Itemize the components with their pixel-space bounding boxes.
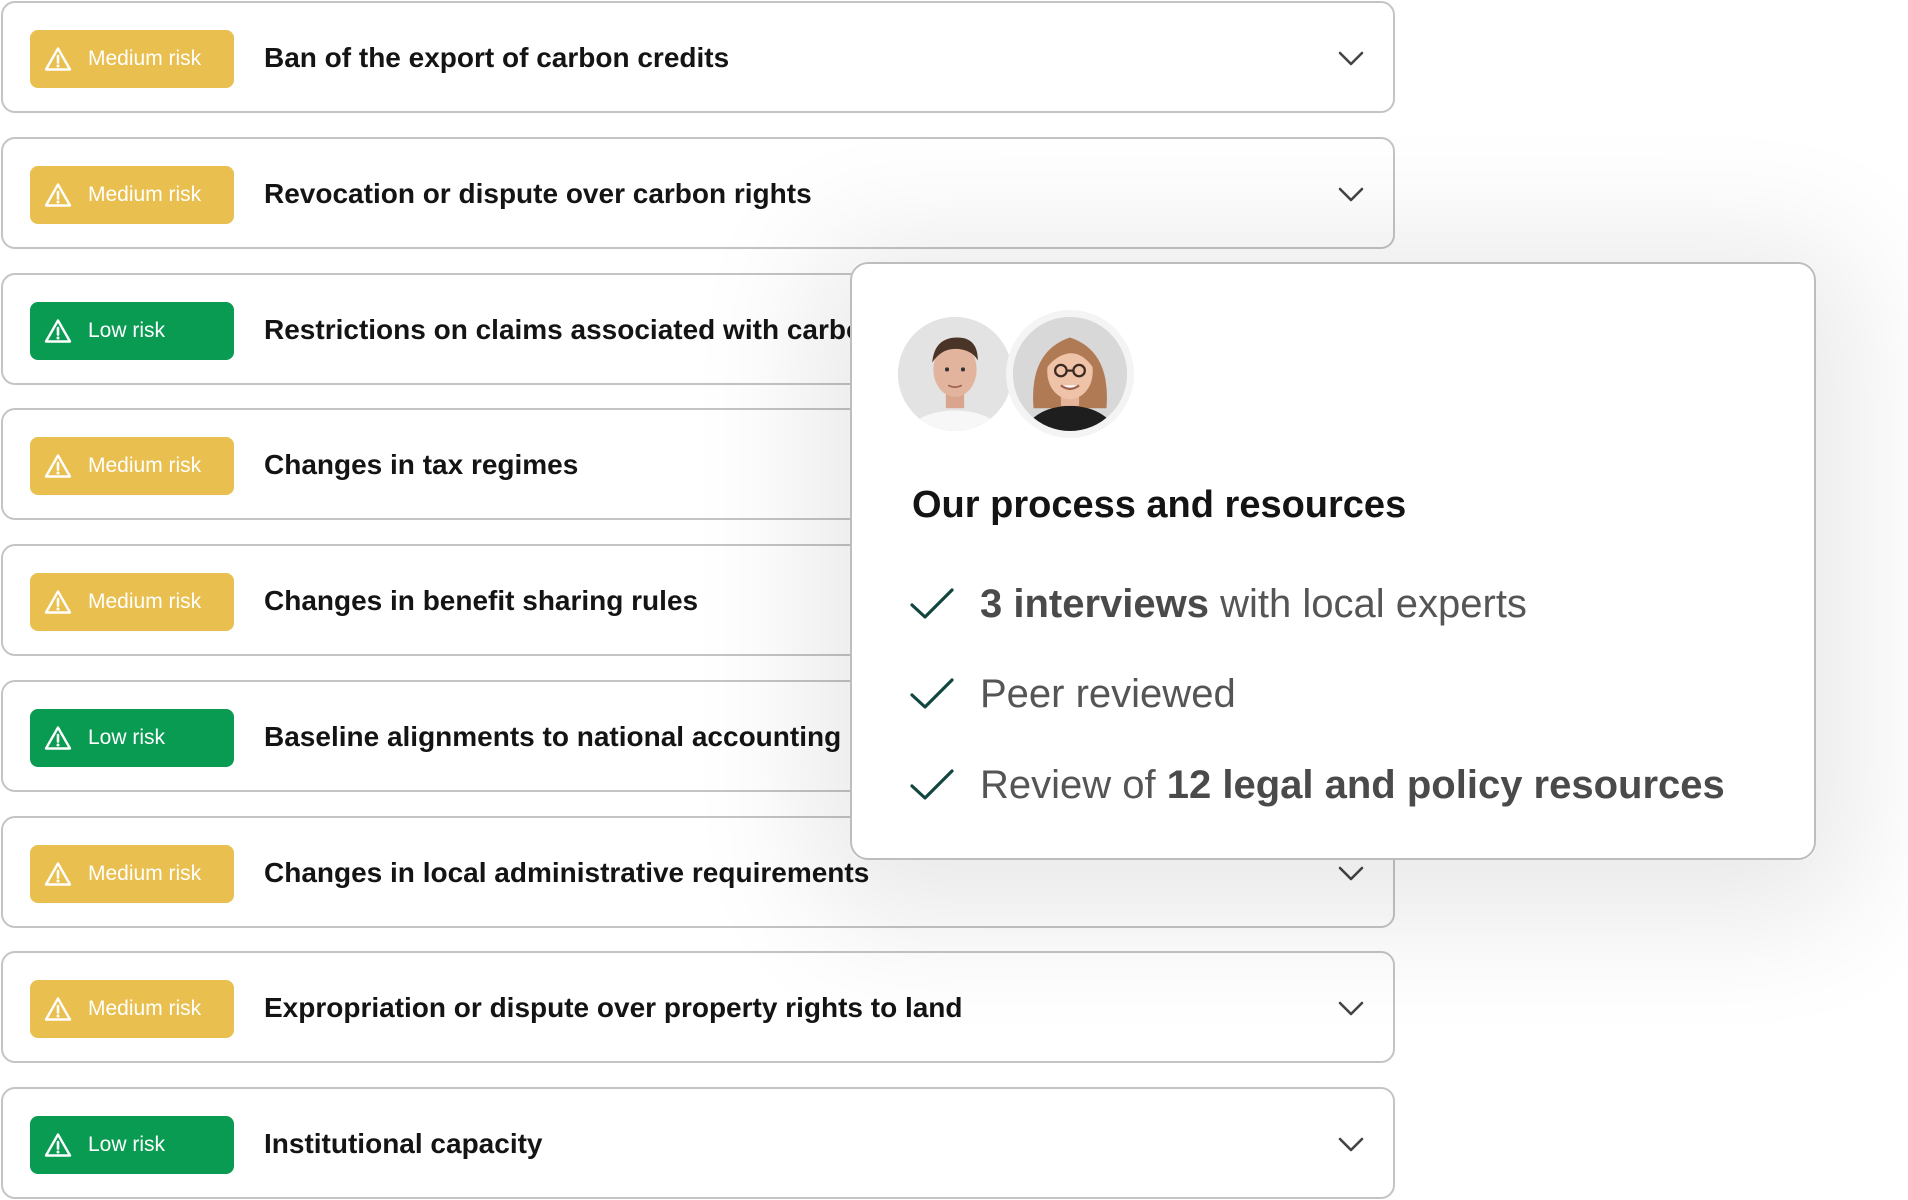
warning-icon	[44, 862, 72, 886]
risk-badge-label: Medium risk	[88, 590, 202, 613]
chevron-down-icon[interactable]	[1338, 187, 1364, 203]
risk-card-title: Changes in tax regimes	[264, 449, 579, 480]
risk-card-title: Ban of the export of carbon credits	[264, 42, 730, 73]
process-resources-popup: Our process and resources 3 interviews w…	[850, 262, 1816, 860]
risk-badge: Medium risk	[30, 845, 234, 903]
avatar-group	[898, 310, 1158, 438]
risk-card-title: Baseline alignments to national accounti…	[264, 721, 842, 752]
risk-card-title: Changes in local administrative requirem…	[264, 857, 870, 888]
avatar-expert-2	[1006, 310, 1134, 438]
risk-card[interactable]: Medium risk Ban of the export of carbon c…	[1, 1, 1395, 113]
risk-card[interactable]: Low risk Institutional capacity	[1, 1087, 1395, 1199]
checkmark-icon	[910, 769, 954, 800]
checkmark-icon	[910, 678, 954, 709]
risk-badge-label: Medium risk	[88, 862, 202, 885]
avatar-expert-1	[898, 317, 1012, 431]
risk-card-title: Changes in benefit sharing rules	[264, 585, 699, 616]
warning-icon	[44, 183, 72, 207]
risk-badge: Low risk	[30, 709, 234, 767]
risk-badge: Low risk	[30, 1116, 234, 1174]
risk-card-title: Expropriation or dispute over property r…	[264, 992, 963, 1023]
risk-card[interactable]: Medium risk Revocation or dispute over ca…	[1, 137, 1395, 249]
chevron-down-icon[interactable]	[1338, 1137, 1364, 1153]
warning-icon	[44, 47, 72, 71]
risk-badge: Medium risk	[30, 437, 234, 495]
risk-badge-label: Low risk	[88, 319, 166, 342]
warning-icon	[44, 319, 72, 343]
risk-card-title: Revocation or dispute over carbon rights	[264, 178, 812, 209]
risk-badge: Medium risk	[30, 166, 234, 224]
chevron-down-icon[interactable]	[1338, 866, 1364, 882]
chevron-down-icon[interactable]	[1338, 51, 1364, 67]
chevron-down-icon[interactable]	[1338, 1001, 1364, 1017]
risk-badge: Low risk	[30, 302, 234, 360]
risk-card-title: Institutional capacity	[264, 1128, 543, 1159]
warning-icon	[44, 454, 72, 478]
risk-badge-label: Medium risk	[88, 454, 202, 477]
check-item-text: 3 interviews with local experts	[980, 581, 1527, 626]
warning-icon	[44, 726, 72, 750]
check-item-text: Peer reviewed	[980, 671, 1236, 716]
check-item-interviews: 3 interviews with local experts	[908, 579, 1527, 629]
risk-badge-label: Medium risk	[88, 997, 202, 1020]
risk-card[interactable]: Medium risk Expropriation or dispute over…	[1, 951, 1395, 1063]
risk-badge-label: Medium risk	[88, 47, 202, 70]
checkmark-icon	[910, 588, 954, 619]
risk-badge: Medium risk	[30, 30, 234, 88]
warning-icon	[44, 590, 72, 614]
check-item-legal-resources: Review of 12 legal and policy resources	[908, 760, 1725, 810]
warning-icon	[44, 1133, 72, 1157]
risk-badge-label: Low risk	[88, 1133, 166, 1156]
warning-icon	[44, 997, 72, 1021]
risk-badge: Medium risk	[30, 573, 234, 631]
check-item-peer-reviewed: Peer reviewed	[908, 669, 1236, 719]
risk-badge-label: Medium risk	[88, 183, 202, 206]
risk-badge: Medium risk	[30, 980, 234, 1038]
popup-title: Our process and resources	[912, 484, 1407, 526]
check-item-text: Review of 12 legal and policy resources	[980, 762, 1725, 807]
risk-badge-label: Low risk	[88, 726, 166, 749]
